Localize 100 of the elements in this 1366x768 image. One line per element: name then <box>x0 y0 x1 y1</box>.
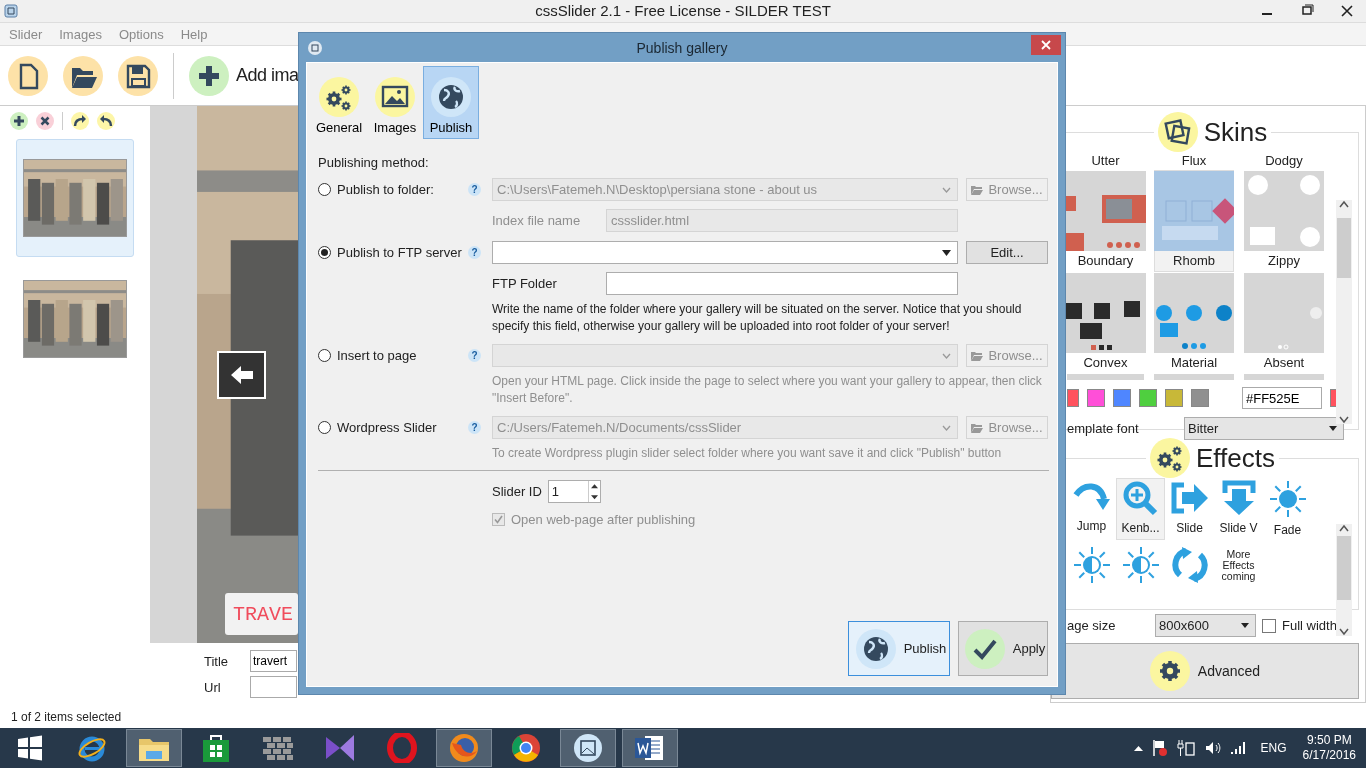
skin-option[interactable]: Absent <box>1244 272 1324 374</box>
taskbar-app[interactable] <box>560 729 616 767</box>
rotate-arrows-icon <box>1169 545 1210 585</box>
gears-icon <box>319 77 359 117</box>
radio-label[interactable]: Publish to FTP server <box>337 245 462 260</box>
open-folder-button[interactable] <box>63 55 103 96</box>
photos-icon <box>1157 112 1198 152</box>
half-sun-icon <box>1071 545 1112 585</box>
text-field[interactable]: travert <box>250 650 297 672</box>
section-title: Effects <box>1196 442 1275 474</box>
up-arrow-icon[interactable] <box>1133 745 1143 751</box>
color-swatch[interactable] <box>1113 389 1131 407</box>
edit-button[interactable]: Edit... <box>966 241 1048 264</box>
speaker-icon[interactable] <box>1204 741 1221 755</box>
windows-icon[interactable] <box>17 735 43 761</box>
tab[interactable]: Publish <box>423 66 479 139</box>
app-icon <box>4 4 18 18</box>
color-field[interactable]: #FF525E <box>1242 387 1322 409</box>
number-spinner[interactable]: 1 <box>547 480 601 503</box>
scrollbar[interactable] <box>1336 200 1352 424</box>
skin-name: Dodgy <box>1264 152 1304 170</box>
checkbox-label: Open web-page after publishing <box>511 512 696 527</box>
skin-option[interactable]: Zippy <box>1244 170 1324 272</box>
taskbar-app[interactable] <box>622 729 678 767</box>
redo-icon[interactable] <box>70 112 89 130</box>
skin-name: Utter <box>1090 152 1121 170</box>
skin-option[interactable]: Boundary <box>1067 170 1144 272</box>
field-label: emplate font <box>1067 421 1140 436</box>
help-icon[interactable]: ? <box>468 246 481 259</box>
checkbox[interactable] <box>1262 618 1276 633</box>
effect-option[interactable]: Fade <box>1263 478 1312 540</box>
undo-icon[interactable] <box>96 112 115 130</box>
folder-icon <box>971 422 984 433</box>
publish-button[interactable]: Publish <box>848 621 950 676</box>
slide-caption: TRAVE <box>225 593 298 635</box>
bowtie-icon[interactable] <box>325 734 355 762</box>
clock-date[interactable]: 6/17/2016 <box>1302 748 1356 763</box>
new-file-button[interactable] <box>8 55 48 96</box>
gear-icon <box>1149 651 1190 691</box>
size-dropdown[interactable]: 800x600 <box>1155 614 1256 637</box>
text-field[interactable] <box>606 272 958 295</box>
field-label: Url <box>204 679 222 695</box>
effect-option[interactable]: Slide V <box>1214 478 1263 540</box>
dialog-title: Publish gallery <box>636 39 728 56</box>
previous-button[interactable] <box>217 351 266 399</box>
bricks-icon[interactable] <box>263 735 293 761</box>
text-field[interactable] <box>250 676 297 698</box>
bag-icon[interactable] <box>203 734 229 762</box>
language-indicator[interactable]: ENG <box>1260 741 1287 755</box>
scroll-up-icon[interactable] <box>1339 200 1349 208</box>
skin-option[interactable]: Material <box>1154 272 1234 374</box>
skin-option[interactable]: Convex <box>1067 272 1144 374</box>
apply-button[interactable]: Apply <box>958 621 1048 676</box>
ring-icon[interactable] <box>387 733 417 763</box>
globe-icon <box>431 77 471 117</box>
hint-text: Write the name of the folder where your gallery will be situated on the server. Notice that you should specify this field, otherwise your gallery will be uploaded into root folder of your server! <box>492 301 1023 335</box>
hint-text: Open your HTML page. Click inside the page to select where you want your gallery to appear, then click "Insert Before". <box>492 373 1043 407</box>
color-swatch[interactable] <box>1067 389 1079 407</box>
color-swatch[interactable] <box>1191 389 1209 407</box>
skin-option[interactable]: Rhomb <box>1154 170 1234 272</box>
color-swatch[interactable] <box>1139 389 1157 407</box>
scroll-thumb[interactable] <box>1337 536 1351 600</box>
caret-icon <box>942 249 951 256</box>
section-title: Skins <box>1203 116 1268 148</box>
hint-text: To create Wordpress plugin slider select folder where you want save it and click "Publish" button <box>492 445 1003 462</box>
effect-option[interactable]: Kenb... <box>1116 478 1165 540</box>
effect-option[interactable]: More Effects coming <box>1214 544 1263 606</box>
flag-icon[interactable] <box>1152 740 1167 756</box>
save-button[interactable] <box>118 55 158 96</box>
folder-icon <box>971 350 984 361</box>
scroll-down-icon[interactable] <box>1339 628 1349 636</box>
add-icon[interactable] <box>9 112 28 130</box>
fox-globe-icon[interactable] <box>449 733 479 763</box>
section-label: Publishing method: <box>318 155 429 170</box>
scrollbar[interactable] <box>1336 524 1352 636</box>
document-icon[interactable] <box>635 734 665 762</box>
effect-option[interactable]: Jump <box>1067 478 1116 540</box>
delete-icon[interactable] <box>35 112 54 130</box>
scroll-up-icon[interactable] <box>1339 524 1349 532</box>
color-wheel-icon[interactable] <box>511 733 541 763</box>
scroll-thumb[interactable] <box>1337 218 1351 278</box>
add-images-label[interactable]: Add ima <box>236 65 299 86</box>
color-swatch[interactable] <box>1165 389 1183 407</box>
font-dropdown[interactable]: Bitter <box>1184 417 1344 440</box>
app-icon <box>308 40 322 55</box>
signal-icon[interactable] <box>1230 742 1247 754</box>
add-button[interactable] <box>189 55 229 96</box>
picture-icon[interactable] <box>573 733 603 763</box>
color-swatch[interactable] <box>1087 389 1105 407</box>
radio-button[interactable] <box>318 246 331 259</box>
thumbnail-card[interactable] <box>16 139 134 257</box>
battery-icon[interactable] <box>1176 740 1195 756</box>
caret-icon <box>1241 623 1249 628</box>
tab[interactable]: General <box>311 66 367 139</box>
tab[interactable]: Images <box>367 66 423 139</box>
advanced-button[interactable]: Advanced <box>1051 643 1359 699</box>
effect-option[interactable]: Slide <box>1165 478 1214 540</box>
clock-time[interactable]: 9:50 PM <box>1306 733 1352 748</box>
caret-icon <box>942 424 951 431</box>
scroll-down-icon[interactable] <box>1339 416 1349 424</box>
